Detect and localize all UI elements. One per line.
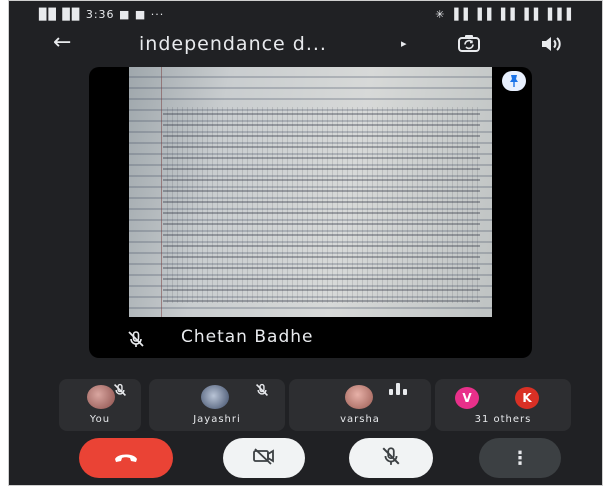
presenter-tile-footer: Chetan Badhe	[89, 322, 532, 358]
participant-tile-others[interactable]: V K 31 others	[435, 379, 571, 431]
end-call-icon	[113, 449, 139, 468]
status-bar-left: ▉▉ ▉▉ 3:36 ■ ■ ···	[39, 8, 165, 21]
avatar	[87, 385, 115, 409]
toggle-camera-button[interactable]	[223, 438, 305, 478]
speaking-indicator-icon	[389, 383, 411, 395]
avatar	[201, 385, 229, 409]
participant-label: varsha	[340, 414, 380, 425]
avatar-v: V	[455, 387, 479, 409]
switch-camera-icon[interactable]	[455, 32, 483, 56]
meet-app-window: ▉▉ ▉▉ 3:36 ■ ■ ··· ✳ ▐▐ ▐▐ ▐▐ ▐▐ ▐▐▐ ← i…	[8, 0, 603, 486]
mic-off-icon	[113, 382, 127, 401]
participant-label: 31 others	[474, 414, 532, 425]
participant-label: You	[89, 414, 111, 425]
mic-off-icon	[381, 446, 401, 470]
more-vert-icon: ⋮	[511, 447, 529, 469]
more-options-button[interactable]: ⋮	[479, 438, 561, 478]
speaker-icon[interactable]	[537, 32, 565, 56]
status-bar-right: ✳ ▐▐ ▐▐ ▐▐ ▐▐ ▐▐▐	[435, 8, 572, 21]
mic-off-icon	[255, 382, 269, 401]
participant-tile-jayashri[interactable]: Jayashri	[149, 379, 285, 431]
toggle-mic-button[interactable]	[349, 438, 433, 478]
pin-icon[interactable]	[502, 71, 526, 91]
camera-off-icon	[252, 447, 276, 469]
end-call-button[interactable]	[79, 438, 173, 478]
avatar-k: K	[515, 387, 539, 409]
title-chevron-icon[interactable]: ▸	[401, 37, 407, 50]
participant-label: Jayashri	[193, 414, 241, 425]
presenter-video-tile[interactable]: Chetan Badhe	[89, 67, 532, 358]
participant-tile-varsha[interactable]: varsha	[289, 379, 431, 431]
meeting-title[interactable]: independance d...	[139, 33, 327, 55]
avatar	[345, 385, 373, 409]
document-video-feed	[129, 67, 492, 317]
participant-tile-you[interactable]: You	[59, 379, 141, 431]
back-arrow-icon[interactable]: ←	[53, 32, 71, 54]
status-bar: ▉▉ ▉▉ 3:36 ■ ■ ··· ✳ ▐▐ ▐▐ ▐▐ ▐▐ ▐▐▐	[9, 1, 602, 29]
presenter-name: Chetan Badhe	[181, 327, 314, 347]
call-header: ← independance d... ▸	[9, 29, 602, 61]
mic-off-icon	[127, 330, 145, 352]
